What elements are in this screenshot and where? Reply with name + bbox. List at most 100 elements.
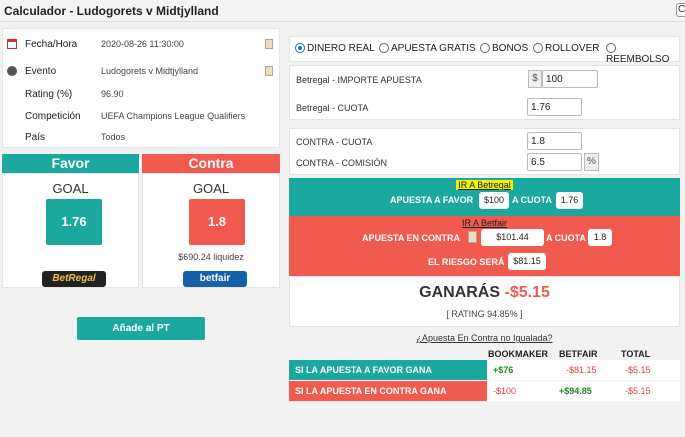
- contra-card: GOAL 1.8 $690.24 liquidez betfair: [142, 173, 280, 288]
- info-row-date: Fecha/Hora 2020-08-26 11:30:00: [3, 37, 279, 53]
- info-label: Evento: [25, 66, 57, 77]
- radio-dot[interactable]: [295, 43, 305, 53]
- result-rating: [ RATING 94.85% ]: [446, 309, 523, 319]
- info-row-event: Evento Ludogorets v Midtjylland: [3, 64, 279, 80]
- cell-betfair: +$94.85: [559, 386, 592, 396]
- contra-odds: 1.8: [189, 199, 245, 245]
- info-row-rating: Rating (%) 96.90: [3, 87, 279, 103]
- favor-card: GOAL 1.76 BetRegal: [2, 173, 139, 288]
- info-row-country: País Todos: [3, 130, 279, 146]
- favor-band-odds: 1.76: [556, 192, 583, 209]
- radio-dot[interactable]: [379, 43, 389, 53]
- risk-label: EL RIESGO SERÁ: [428, 257, 505, 267]
- copy-icon[interactable]: [468, 231, 477, 243]
- contra-amount: $101.44: [481, 229, 544, 246]
- favor-amount: $100: [479, 192, 509, 209]
- contra-market: GOAL: [192, 181, 230, 196]
- unmatched-lay-link[interactable]: ¿Apuesta En Contra no Igualada?: [289, 333, 680, 343]
- row-label: SI LA APUESTA A FAVOR GANA: [289, 360, 487, 380]
- radio-real-money[interactable]: DINERO REAL: [295, 43, 375, 54]
- go-to-betregal-link[interactable]: IR A Betregal: [289, 180, 680, 190]
- contra-header: Contra: [142, 154, 280, 173]
- copy-icon[interactable]: [265, 39, 273, 49]
- radio-dot[interactable]: [606, 43, 616, 53]
- cell-bookmaker: -$100: [493, 386, 517, 396]
- betregal-inputs: Betregal - IMPORTE APUESTA $ Betregal - …: [289, 65, 680, 120]
- favor-market: GOAL: [52, 181, 89, 196]
- favor-bet-label: APUESTA A FAVOR: [390, 195, 474, 205]
- mode-selector: DINERO REAL APUESTA GRATIS BONOS ROLLOVE…: [289, 36, 680, 65]
- radio-rollover[interactable]: ROLLOVER: [533, 43, 599, 54]
- favor-odds: 1.76: [46, 199, 102, 245]
- stake-input[interactable]: [542, 70, 598, 88]
- currency-addon: $: [528, 70, 542, 88]
- calendar-icon: [7, 39, 17, 49]
- window-corner-button[interactable]: C: [676, 3, 685, 17]
- contra-bet-label: APUESTA EN CONTRA: [362, 233, 461, 243]
- info-label: Competición: [25, 111, 81, 122]
- radio-dot[interactable]: [533, 43, 543, 53]
- add-to-pt-button[interactable]: Añade al PT: [77, 317, 205, 340]
- betregal-odds-row: Betregal - CUOTA: [290, 98, 679, 118]
- commission-row: CONTRA - COMISIÓN %: [290, 153, 679, 173]
- result-panel: GANARÁS -$5.15 [ RATING 94.85% ]: [289, 276, 680, 327]
- radio-bonus[interactable]: BONOS: [480, 43, 528, 54]
- go-to-betregal-text[interactable]: IR A Betregal: [456, 180, 513, 190]
- radio-label: REEMBOLSO: [606, 54, 670, 65]
- betregal-logo[interactable]: BetRegal: [42, 271, 106, 287]
- radio-refund[interactable]: REEMBOLSO: [606, 43, 679, 65]
- info-value: 96.90: [101, 89, 124, 99]
- betfair-logo[interactable]: betfair: [183, 271, 247, 287]
- info-value: Todos: [101, 132, 126, 142]
- contra-band-odds: 1.8: [588, 229, 612, 246]
- table-row: SI LA APUESTA A FAVOR GANA +$76 -$81.15 …: [289, 360, 680, 380]
- stake-label: Betregal - IMPORTE APUESTA: [296, 75, 422, 85]
- commission-input[interactable]: [527, 153, 582, 171]
- result-line: GANARÁS -$5.15: [290, 284, 679, 302]
- info-value: UEFA Champions League Qualifiers: [101, 111, 246, 121]
- cell-total: -$5.15: [625, 386, 651, 396]
- col-header-bookmaker: BOOKMAKER: [488, 349, 548, 359]
- go-to-betfair-link[interactable]: IR A Betfair: [289, 218, 680, 228]
- result-value: -$5.15: [504, 284, 550, 301]
- cell-betfair: -$81.15: [566, 365, 597, 375]
- betregal-odds-label: Betregal - CUOTA: [296, 103, 369, 113]
- contra-at-odds-label: A CUOTA: [546, 233, 586, 243]
- info-label: Rating (%): [25, 89, 73, 100]
- stake-row: Betregal - IMPORTE APUESTA $: [290, 70, 679, 90]
- favor-at-odds-label: A CUOTA: [512, 195, 552, 205]
- info-value: Ludogorets v Midtjylland: [101, 66, 199, 76]
- info-label: Fecha/Hora: [25, 39, 78, 50]
- info-label: País: [25, 132, 46, 143]
- commission-label: CONTRA - COMISIÓN: [296, 158, 388, 168]
- result-label: GANARÁS: [419, 284, 501, 301]
- radio-free-bet[interactable]: APUESTA GRATIS: [379, 43, 476, 54]
- favor-bet-band: IR A Betregal APUESTA A FAVOR $100 A CUO…: [289, 178, 680, 216]
- title-bar: Calculador - Ludogorets v Midtjylland C: [0, 0, 685, 22]
- col-header-betfair: BETFAIR: [559, 349, 598, 359]
- radio-label: DINERO REAL: [307, 43, 375, 54]
- percent-addon: %: [584, 153, 599, 171]
- table-row: SI LA APUESTA EN CONTRA GANA -$100 +$94.…: [289, 381, 680, 401]
- liquidity: $690.24 liquidez: [178, 252, 244, 262]
- betregal-odds-input[interactable]: [527, 98, 582, 116]
- info-value: 2020-08-26 11:30:00: [101, 39, 184, 49]
- contra-odds-input[interactable]: [527, 132, 582, 150]
- cell-total: -$5.15: [625, 365, 651, 375]
- radio-label: APUESTA GRATIS: [391, 43, 476, 54]
- football-icon: [7, 66, 17, 76]
- radio-label: BONOS: [492, 43, 529, 54]
- window-title: Calculador - Ludogorets v Midtjylland: [4, 4, 219, 18]
- favor-header: Favor: [2, 154, 139, 173]
- cell-bookmaker: +$76: [493, 365, 514, 375]
- event-info-panel: Fecha/Hora 2020-08-26 11:30:00 Evento Lu…: [2, 28, 280, 148]
- radio-dot[interactable]: [480, 43, 490, 53]
- contra-odds-row: CONTRA - CUOTA: [290, 132, 679, 152]
- risk-amount: $81.15: [508, 253, 546, 270]
- contra-odds-label: CONTRA - CUOTA: [296, 137, 373, 147]
- contra-bet-band: IR A Betfair APUESTA EN CONTRA $101.44 A…: [289, 216, 680, 276]
- contra-inputs: CONTRA - CUOTA CONTRA - COMISIÓN %: [289, 128, 680, 175]
- info-row-competition: Competición UEFA Champions League Qualif…: [3, 109, 279, 125]
- radio-label: ROLLOVER: [545, 43, 600, 54]
- copy-icon[interactable]: [265, 66, 273, 76]
